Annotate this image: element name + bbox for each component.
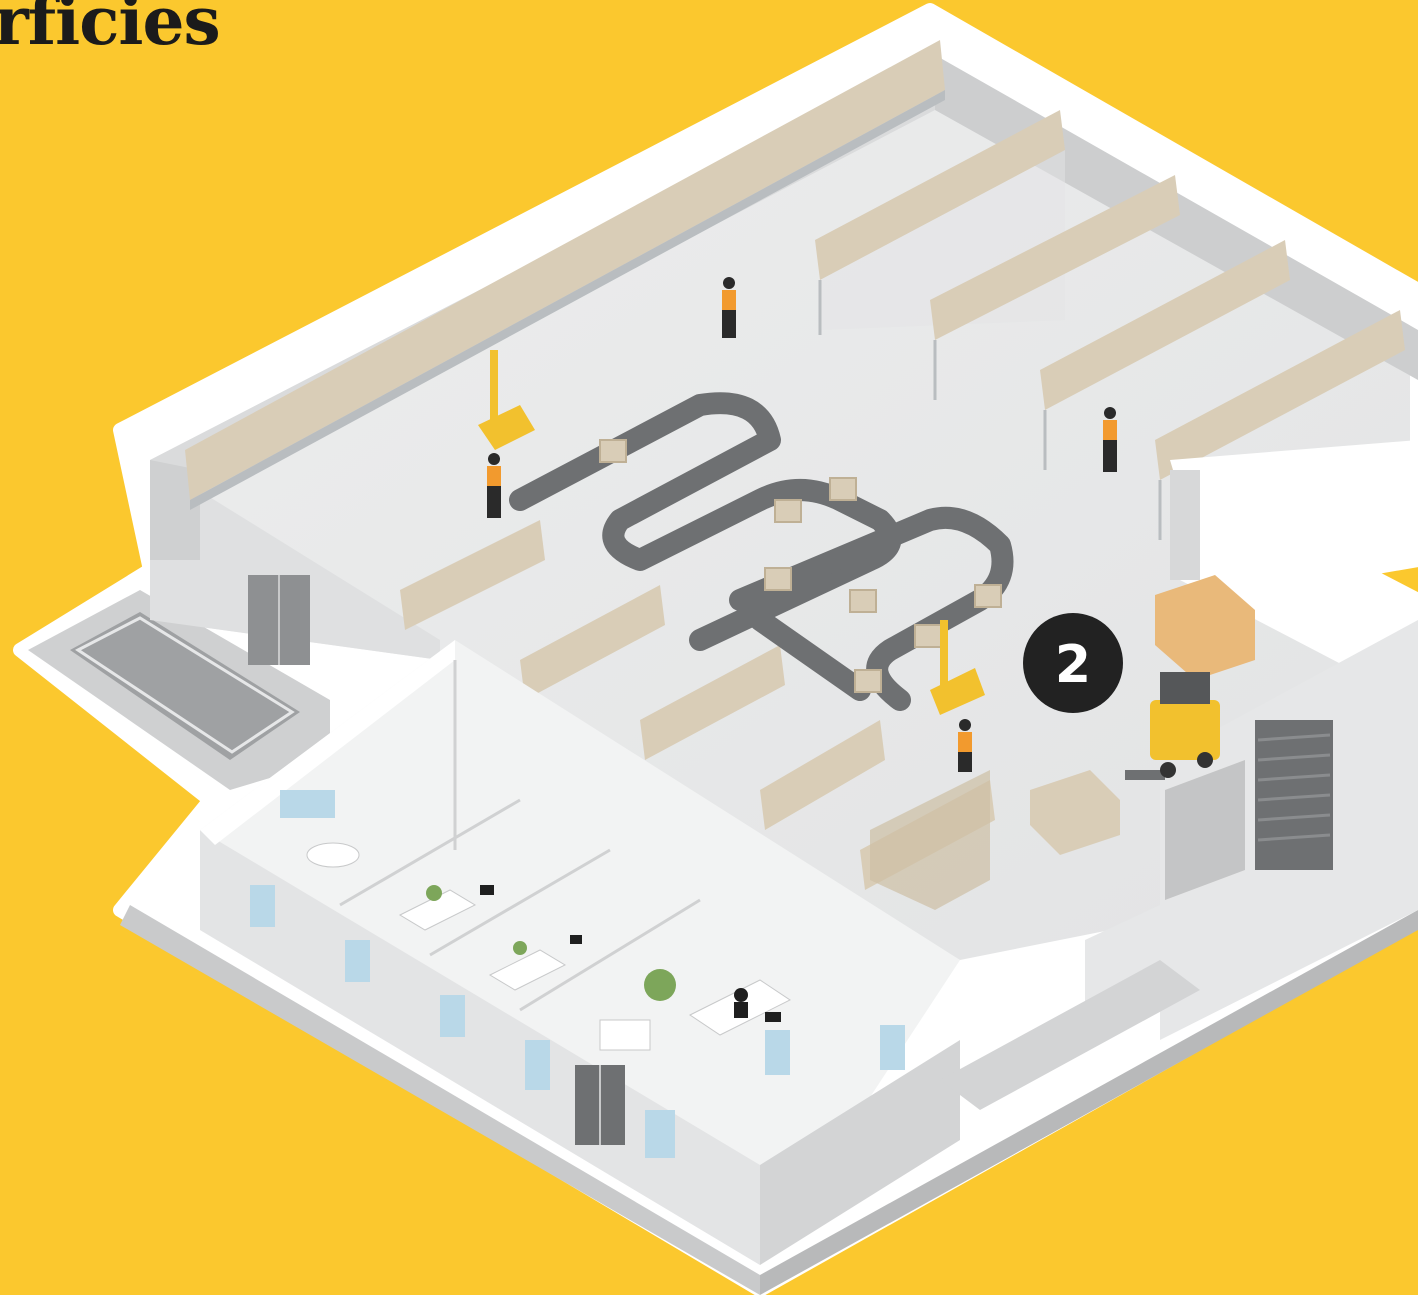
plant-icon <box>644 969 676 1001</box>
plant-icon <box>426 885 442 901</box>
zone-marker[interactable]: 2 <box>1023 613 1123 713</box>
zone-marker-label: 2 <box>1055 635 1091 695</box>
worker-icon <box>722 277 736 338</box>
worker-icon <box>958 719 972 772</box>
plant-icon <box>513 941 527 955</box>
warehouse-floorplan-illustration: 2 <box>13 3 1418 1295</box>
